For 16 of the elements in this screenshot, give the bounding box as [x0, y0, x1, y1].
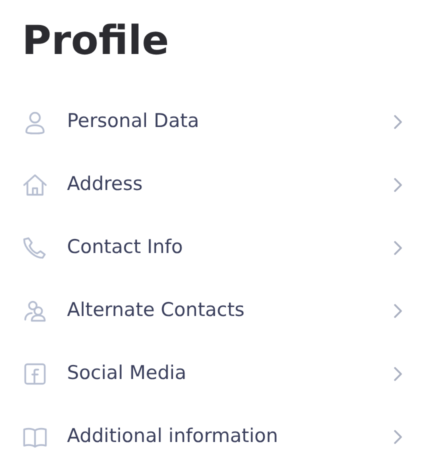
- chevron-right-icon: [394, 178, 402, 192]
- chevron-right-icon: [394, 430, 402, 444]
- phone-icon: [22, 234, 48, 260]
- menu-item-label[interactable]: Additional information: [67, 422, 394, 451]
- chevron-right-icon: [394, 366, 402, 380]
- menu-item-label[interactable]: Contact Info: [67, 233, 394, 262]
- chevron-right-icon: [394, 114, 402, 128]
- home-icon: [22, 172, 48, 198]
- menu-item-label[interactable]: Address: [67, 170, 394, 199]
- menu-item-label[interactable]: Personal Data: [67, 107, 394, 136]
- chevron-right-icon: [394, 304, 402, 318]
- menu-item-label[interactable]: Social Media: [67, 359, 394, 388]
- page-title: Profile: [22, 17, 170, 66]
- menu-item-label[interactable]: Alternate Contacts: [67, 296, 394, 325]
- facebook-icon: [22, 360, 48, 386]
- chevron-right-icon: [394, 240, 402, 254]
